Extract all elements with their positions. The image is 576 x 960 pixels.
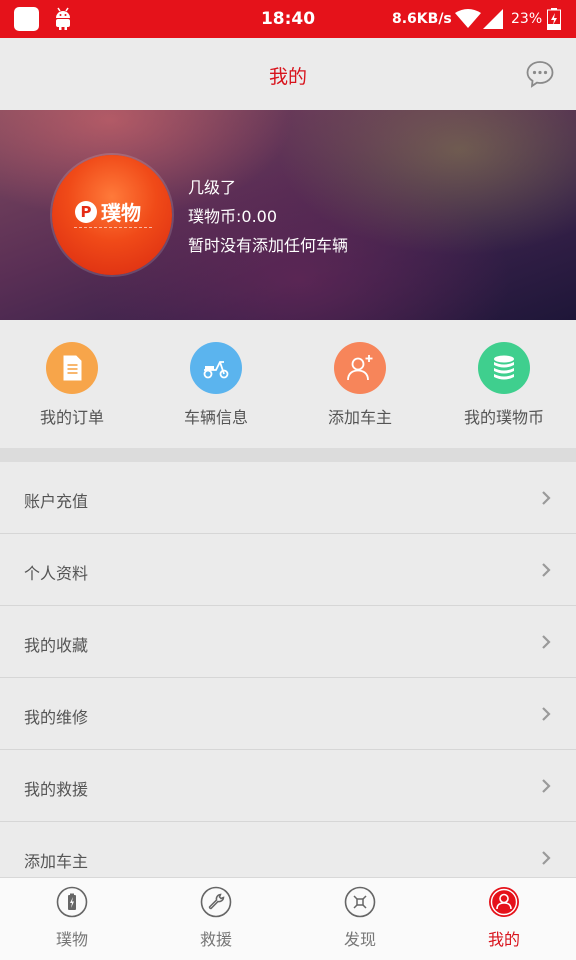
- add-owner-label: 添加车主: [327, 408, 392, 427]
- profile-banner: P 璞物 几级了 璞物币:0.00 暂时没有添加任何车辆: [0, 110, 576, 320]
- bottom-nav: 璞物 救援 发现 我的: [0, 877, 576, 960]
- tab-rescue[interactable]: 救援: [144, 886, 288, 950]
- tab-label: 发现: [343, 930, 376, 949]
- vehicle-info-button[interactable]: 车辆信息: [144, 342, 288, 428]
- menu-item-label: 我的维修: [24, 708, 89, 727]
- quick-actions: 我的订单 车辆信息 添加车主 我的璞物币: [0, 320, 576, 448]
- my-coins-label: 我的璞物币: [463, 408, 544, 427]
- menu-item-label: 我的收藏: [24, 636, 89, 655]
- vehicle-info-label: 车辆信息: [183, 408, 248, 427]
- tab-label: 璞物: [55, 930, 88, 949]
- wrench-icon: [200, 886, 232, 918]
- menu-item-label: 添加车主: [24, 852, 89, 871]
- menu-list: 账户充值 个人资料 我的收藏 我的维修 我的救援 添加车主: [0, 462, 576, 894]
- tab-puwu[interactable]: 璞物: [0, 886, 144, 950]
- chevron-right-icon: [542, 563, 551, 577]
- logo-text: 璞物: [101, 201, 141, 225]
- chevron-right-icon: [542, 491, 551, 505]
- tab-label: 救援: [199, 930, 232, 949]
- chevron-right-icon: [542, 851, 551, 865]
- wifi-icon: [455, 9, 481, 28]
- logo-tagline: [74, 227, 152, 228]
- battery-bolt-icon: [56, 886, 88, 918]
- network-speed: 8.6KB/s: [392, 11, 452, 27]
- tab-label: 我的: [487, 930, 520, 949]
- logo-letter: P: [75, 201, 97, 223]
- section-divider: [0, 448, 576, 462]
- vehicle-note: 暂时没有添加任何车辆: [188, 236, 349, 255]
- add-user-icon: [334, 342, 386, 394]
- page-title: 我的: [268, 66, 307, 88]
- coin-balance: 璞物币:0.00: [188, 207, 278, 226]
- menu-item-label: 我的救援: [24, 780, 89, 799]
- menu-item-label: 个人资料: [24, 564, 89, 583]
- user-icon: [489, 887, 519, 917]
- chat-bubble-icon[interactable]: [525, 59, 555, 89]
- signal-icon: [483, 9, 503, 29]
- menu-item-favorites[interactable]: 我的收藏: [0, 606, 576, 678]
- menu-item-profile[interactable]: 个人资料: [0, 534, 576, 606]
- user-level: 几级了: [188, 178, 237, 197]
- status-bar: 18:40 8.6KB/s 23%: [0, 0, 576, 38]
- my-orders-label: 我的订单: [39, 408, 104, 427]
- battery-charging-icon: [547, 8, 561, 30]
- chevron-right-icon: [542, 635, 551, 649]
- chevron-right-icon: [542, 707, 551, 721]
- tab-discover[interactable]: 发现: [288, 886, 432, 950]
- discover-icon: [344, 886, 376, 918]
- menu-item-label: 账户充值: [24, 492, 89, 511]
- chevron-right-icon: [542, 779, 551, 793]
- add-owner-button[interactable]: 添加车主: [288, 342, 432, 428]
- my-coins-button[interactable]: 我的璞物币: [432, 342, 576, 428]
- coin-stack-icon: [478, 342, 530, 394]
- menu-item-rescue[interactable]: 我的救援: [0, 750, 576, 822]
- title-bar: 我的: [0, 38, 576, 110]
- avatar[interactable]: P 璞物: [52, 155, 172, 275]
- my-orders-button[interactable]: 我的订单: [0, 342, 144, 428]
- tab-mine[interactable]: 我的: [432, 886, 576, 950]
- document-icon: [46, 342, 98, 394]
- menu-item-repairs[interactable]: 我的维修: [0, 678, 576, 750]
- profile-info: 几级了 璞物币:0.00 暂时没有添加任何车辆: [188, 173, 348, 260]
- scooter-icon: [190, 342, 242, 394]
- battery-percent: 23%: [511, 11, 543, 27]
- menu-item-recharge[interactable]: 账户充值: [0, 462, 576, 534]
